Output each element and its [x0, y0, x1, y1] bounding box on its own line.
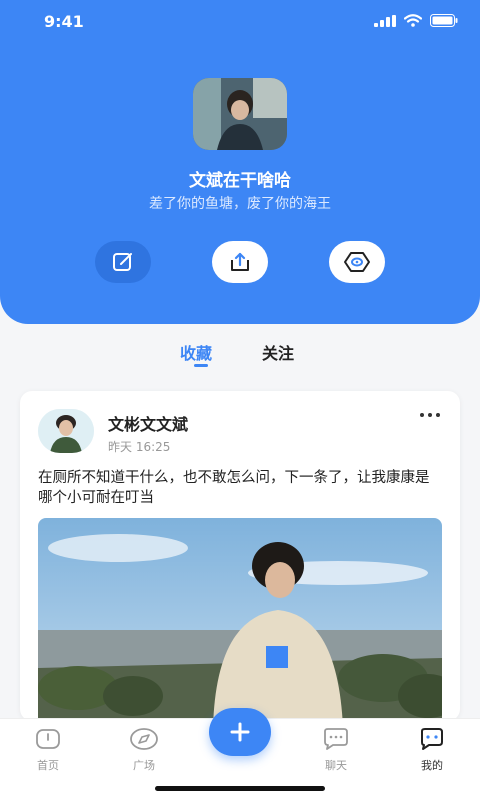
- status-time: 9:41: [44, 12, 84, 31]
- post-timestamp: 昨天 16:25: [108, 440, 171, 454]
- profile-bio: 差了你的鱼塘，废了你的海王: [149, 196, 331, 212]
- profile-header: 9:41 文斌在干啥哈 差了你的鱼塘，废了你的海王: [0, 0, 480, 324]
- post-author-name[interactable]: 文彬文文斌: [108, 411, 188, 435]
- home-icon: [36, 729, 60, 749]
- share-icon: [231, 252, 249, 271]
- post-image[interactable]: [38, 518, 442, 721]
- post-card[interactable]: 文彬文文斌 昨天 16:25 在厕所不知道干什么，也不敢怎么问，下一条了，让我康…: [20, 391, 460, 721]
- nav-square[interactable]: 广场: [114, 727, 174, 773]
- more-icon[interactable]: [420, 413, 440, 417]
- post-photo: [38, 518, 442, 721]
- edit-icon: [113, 253, 132, 271]
- nav-mine[interactable]: 我的: [402, 727, 462, 773]
- compass-icon: [130, 728, 158, 750]
- author-avatar-photo: [38, 409, 94, 453]
- nav-home[interactable]: 首页: [18, 727, 78, 773]
- post-text: 在厕所不知道干什么，也不敢怎么问，下一条了，让我康康是哪个小可耐在叮当: [38, 470, 430, 506]
- post-author-avatar[interactable]: [38, 409, 94, 453]
- active-tab-indicator: [194, 364, 208, 367]
- chat-icon: [324, 728, 348, 750]
- nav-chat[interactable]: 聊天: [306, 727, 366, 773]
- status-bar: 9:41: [0, 0, 480, 44]
- plus-icon: [230, 722, 250, 742]
- wifi-icon: [404, 14, 422, 27]
- nav-mine-label: 我的: [421, 759, 443, 772]
- profile-avatar[interactable]: [193, 78, 287, 150]
- tab-favorites[interactable]: 收藏: [180, 340, 212, 364]
- view-icon: [344, 252, 370, 272]
- content-tabs: 收藏 关注: [0, 340, 480, 374]
- profile-name: 文斌在干啥哈: [189, 171, 291, 191]
- battery-icon: [430, 14, 458, 27]
- view-button[interactable]: [329, 241, 385, 283]
- tab-following[interactable]: 关注: [262, 340, 294, 364]
- share-button[interactable]: [212, 241, 268, 283]
- add-post-button[interactable]: [209, 708, 271, 756]
- signal-icon: [374, 14, 396, 27]
- avatar-photo: [193, 78, 287, 150]
- nav-chat-label: 聊天: [325, 759, 347, 772]
- nav-square-label: 广场: [133, 759, 155, 772]
- nav-home-label: 首页: [37, 759, 59, 772]
- profile-icon: [421, 728, 443, 750]
- edit-profile-button[interactable]: [95, 241, 151, 283]
- home-indicator: [155, 786, 325, 791]
- status-icons: [374, 14, 458, 27]
